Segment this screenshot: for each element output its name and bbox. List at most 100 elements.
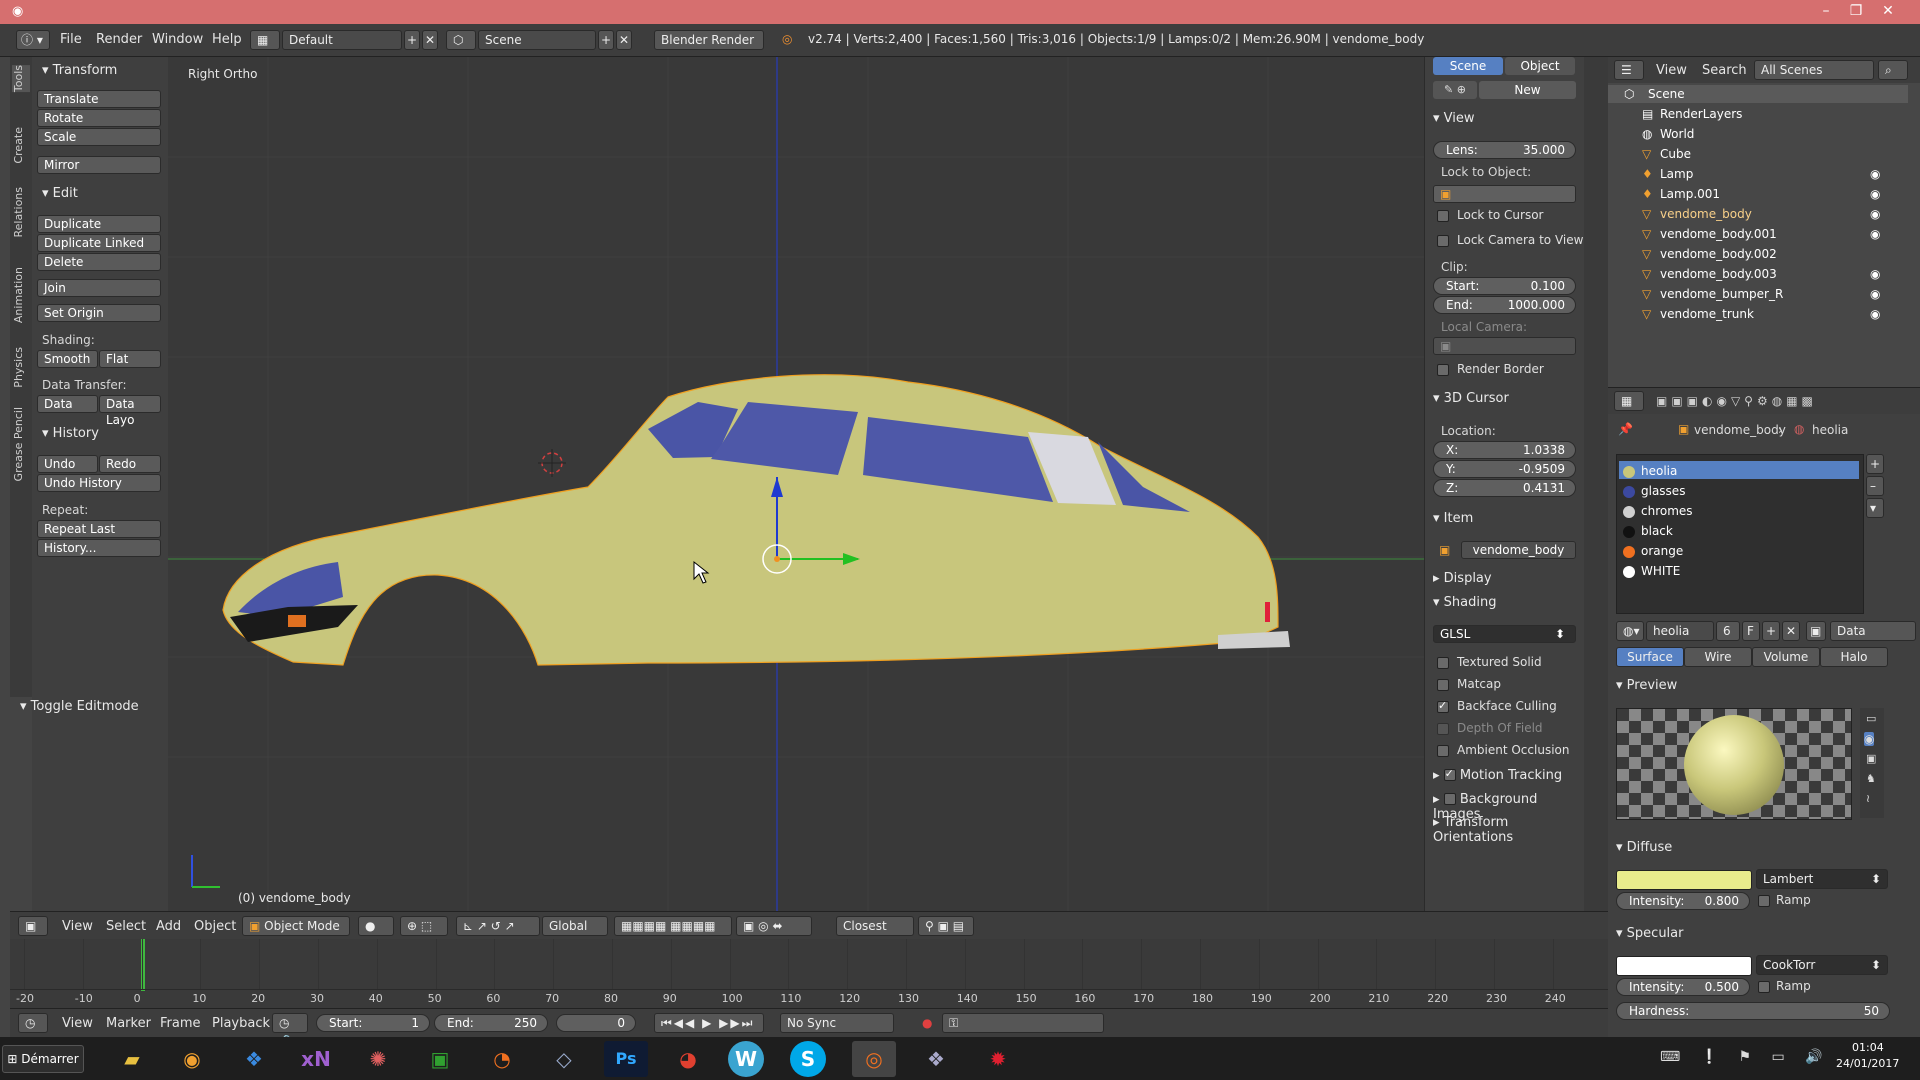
wunderlist-icon[interactable]: W bbox=[728, 1041, 764, 1077]
cursor-y-field[interactable]: Y: -0.9509 bbox=[1433, 460, 1576, 478]
panel-3d-cursor[interactable]: ▾ 3D Cursor bbox=[1433, 391, 1509, 406]
lock-object-field[interactable]: ▣ bbox=[1433, 185, 1576, 203]
add-scene-icon[interactable]: + bbox=[598, 30, 614, 50]
shading-mode-select[interactable]: GLSL ⬍ bbox=[1433, 625, 1576, 643]
material-slot-item[interactable]: WHITE bbox=[1623, 562, 1853, 580]
tab-object[interactable]: Object bbox=[1505, 57, 1575, 75]
panel-shading[interactable]: ▾ Shading bbox=[1433, 595, 1496, 610]
outliner-row-world[interactable]: ◍ World bbox=[1608, 125, 1908, 143]
toggle-editmode-operator[interactable]: ▾ Toggle Editmode bbox=[20, 699, 139, 714]
panel-item[interactable]: ▾ Item bbox=[1433, 511, 1473, 526]
3d-view-editor-icon[interactable]: ▣ bbox=[18, 916, 48, 936]
join-button[interactable]: Join bbox=[37, 279, 161, 297]
redo-button[interactable]: Redo bbox=[99, 455, 161, 473]
render-border-checkbox[interactable] bbox=[1437, 364, 1449, 376]
chrome-icon[interactable]: ◕ bbox=[666, 1041, 710, 1077]
panel-specular[interactable]: ▾ Specular bbox=[1616, 926, 1683, 941]
data-button[interactable]: Data bbox=[37, 395, 98, 413]
clip-end-field[interactable]: End: 1000.000 bbox=[1433, 296, 1576, 314]
visibility-eye-icon[interactable]: ◉ bbox=[1870, 225, 1880, 243]
crumb-material[interactable]: heolia bbox=[1812, 423, 1848, 437]
remove-layout-icon[interactable]: ✕ bbox=[422, 30, 438, 50]
tab-scene[interactable]: Scene bbox=[1433, 57, 1503, 75]
outliner-row-vendome-bumper-r[interactable]: ▽ vendome_bumper_R ◉ bbox=[1608, 285, 1908, 303]
diffuse-color-swatch[interactable] bbox=[1616, 870, 1752, 890]
translate-button[interactable]: Translate bbox=[37, 90, 161, 108]
tab-tools[interactable]: Tools bbox=[12, 65, 30, 93]
splat-app-icon[interactable]: ✹ bbox=[976, 1041, 1020, 1077]
outliner-row-vendome-body-002[interactable]: ▽ vendome_body.002 bbox=[1608, 245, 1908, 263]
set-origin-select[interactable]: Set Origin bbox=[37, 304, 161, 322]
duplicate-button[interactable]: Duplicate bbox=[37, 215, 161, 233]
tab-grease-pencil[interactable]: Grease Pencil bbox=[12, 407, 30, 481]
timeline-playback-menu[interactable]: Playback bbox=[212, 1016, 270, 1031]
unlink-material-icon[interactable]: ✕ bbox=[1782, 621, 1800, 641]
visibility-eye-icon[interactable]: ◉ bbox=[1870, 285, 1880, 303]
outliner-search-icon[interactable]: ⌕ bbox=[1878, 60, 1908, 80]
viewport-canvas[interactable] bbox=[168, 57, 1424, 911]
outliner-row-renderlayers[interactable]: ▤ RenderLayers bbox=[1608, 105, 1908, 123]
outliner-row-cube[interactable]: ▽ Cube bbox=[1608, 145, 1908, 163]
diffuse-shader-select[interactable]: Lambert ⬍ bbox=[1756, 869, 1888, 889]
close-icon[interactable]: ✕ bbox=[1874, 2, 1902, 20]
matcap-checkbox[interactable] bbox=[1437, 679, 1449, 691]
store-icon[interactable]: ▣ bbox=[418, 1041, 462, 1077]
preview-range-icon[interactable]: ◷ 🔒 bbox=[272, 1013, 308, 1048]
minimize-icon[interactable]: – bbox=[1812, 2, 1840, 20]
car-body-mesh[interactable] bbox=[222, 374, 1290, 666]
rotate-button[interactable]: Rotate bbox=[37, 109, 161, 127]
end-frame-field[interactable]: End: 250 bbox=[434, 1014, 548, 1032]
lock-camera-checkbox[interactable] bbox=[1437, 235, 1449, 247]
tab-halo[interactable]: Halo bbox=[1820, 647, 1888, 667]
render-camera-icons[interactable]: ⚲ ▣ ▤ bbox=[918, 916, 974, 936]
preview-monkey-icon[interactable]: ♞ bbox=[1866, 772, 1876, 785]
outliner-row-lamp[interactable]: ♦ Lamp ◉ bbox=[1608, 165, 1908, 183]
outliner-row-scene[interactable]: ⬡ Scene bbox=[1608, 85, 1908, 103]
outliner-row-lamp-001[interactable]: ♦ Lamp.001 ◉ bbox=[1608, 185, 1908, 203]
image-viewer-icon[interactable]: ◉ bbox=[170, 1041, 214, 1077]
material-slot-item[interactable]: chromes bbox=[1623, 502, 1853, 520]
interaction-mode-select[interactable]: ▣ Object Mode bbox=[242, 916, 350, 936]
diffuse-intensity-field[interactable]: Intensity: 0.800 bbox=[1616, 892, 1750, 910]
menu-file[interactable]: File bbox=[60, 32, 82, 47]
timeline-editor-icon[interactable]: ◷ bbox=[18, 1013, 48, 1033]
add-slot-icon[interactable]: + bbox=[1866, 454, 1884, 474]
preview-hair-icon[interactable]: ≀ bbox=[1866, 792, 1870, 805]
tab-relations[interactable]: Relations bbox=[12, 187, 30, 238]
slot-menu-icon[interactable]: ▾ bbox=[1866, 498, 1884, 518]
viewport-add-menu[interactable]: Add bbox=[156, 919, 181, 934]
explorer-icon[interactable]: ▰ bbox=[110, 1041, 154, 1077]
remove-slot-icon[interactable]: – bbox=[1866, 476, 1884, 496]
timeline-frame-menu[interactable]: Frame bbox=[160, 1016, 201, 1031]
material-slot-item[interactable]: black bbox=[1623, 522, 1853, 540]
xnview-icon[interactable]: xN bbox=[294, 1041, 338, 1077]
panel-preview[interactable]: ▾ Preview bbox=[1616, 678, 1677, 693]
menu-render[interactable]: Render bbox=[96, 32, 142, 47]
visibility-eye-icon[interactable]: ◉ bbox=[1870, 305, 1880, 323]
crumb-object[interactable]: vendome_body bbox=[1694, 423, 1786, 437]
item-name-field[interactable]: vendome_body bbox=[1461, 541, 1576, 559]
dropbox-icon[interactable]: ❖ bbox=[232, 1041, 276, 1077]
system-tray-icons[interactable]: ⌨ ❕ ⚑ ▭ 🔊 bbox=[1660, 1049, 1831, 1065]
delete-button[interactable]: Delete bbox=[37, 253, 161, 271]
preview-sphere-icon[interactable]: ◉ bbox=[1864, 732, 1875, 746]
tab-volume[interactable]: Volume bbox=[1752, 647, 1820, 667]
panel-transform[interactable]: ▾ Transform bbox=[42, 63, 117, 78]
diffuse-ramp-checkbox[interactable] bbox=[1758, 895, 1770, 907]
maximize-icon[interactable]: ❐ bbox=[1842, 2, 1870, 20]
timeline-view-menu[interactable]: View bbox=[62, 1016, 93, 1031]
duplicate-linked-button[interactable]: Duplicate Linked bbox=[37, 234, 161, 252]
visibility-eye-icon[interactable]: ◉ bbox=[1870, 205, 1880, 223]
specular-ramp-checkbox[interactable] bbox=[1758, 981, 1770, 993]
outliner-editor-icon[interactable]: ☰ bbox=[1614, 60, 1644, 80]
scale-button[interactable]: Scale bbox=[37, 128, 161, 146]
panel-diffuse[interactable]: ▾ Diffuse bbox=[1616, 840, 1672, 855]
panel-display[interactable]: ▸ Display bbox=[1433, 571, 1492, 586]
preview-type-buttons[interactable]: ▭ ◉ ▣ ♞ ≀ bbox=[1860, 708, 1884, 818]
outliner-view-menu[interactable]: View bbox=[1656, 63, 1687, 78]
outliner-row-vendome-body-003[interactable]: ▽ vendome_body.003 ◉ bbox=[1608, 265, 1908, 283]
3d-viewport[interactable]: Right Ortho (0) vendome_body bbox=[168, 57, 1424, 911]
new-material-icon[interactable]: + bbox=[1762, 621, 1780, 641]
record-icon[interactable]: ● bbox=[922, 1016, 932, 1030]
flat-button[interactable]: Flat bbox=[99, 350, 161, 368]
